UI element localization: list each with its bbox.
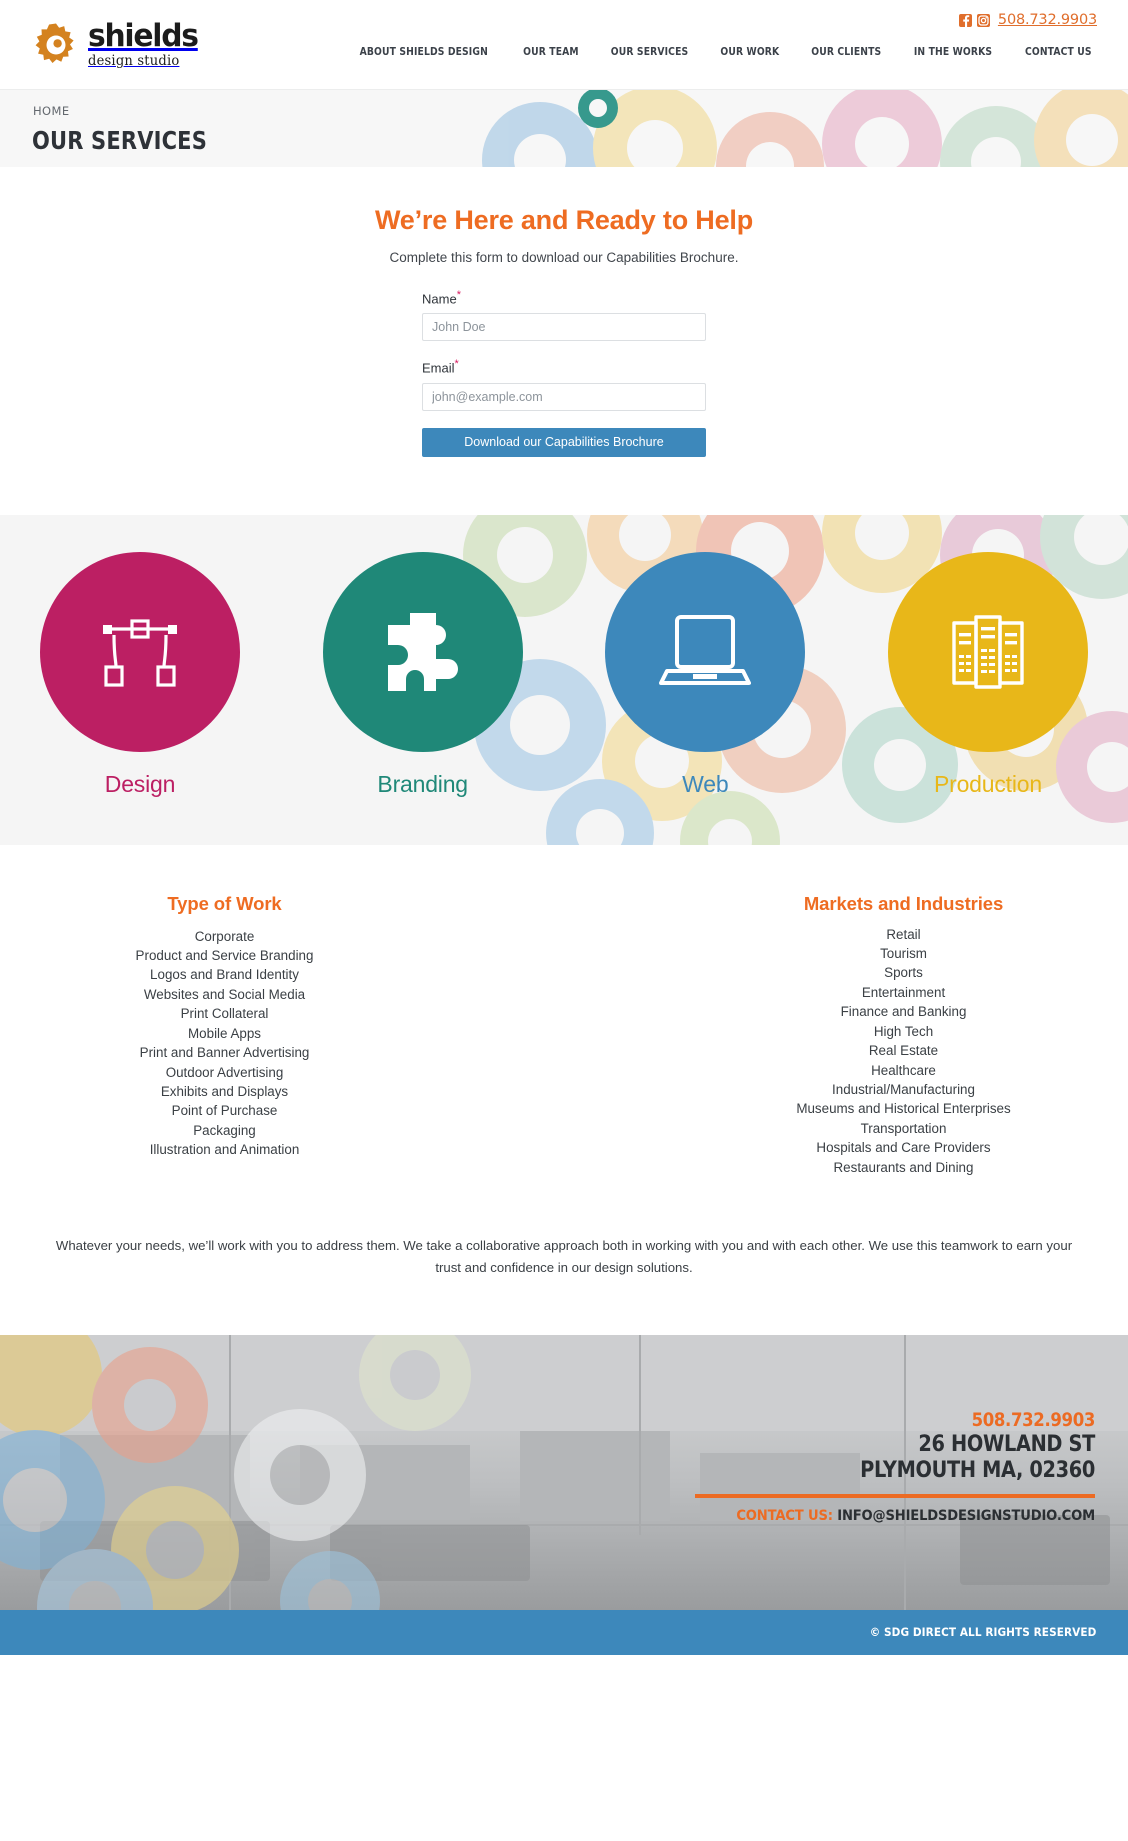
closing-statement-section: Whatever your needs, we’ll work with you… [0, 1186, 1128, 1335]
list-item: Healthcare [871, 1062, 936, 1078]
service-circle-web[interactable] [605, 551, 806, 752]
nav-item-our-work[interactable]: OUR WORK [720, 46, 779, 58]
list-item: Real Estate [868, 1043, 939, 1059]
instagram-icon[interactable] [976, 13, 990, 27]
service-label-branding: Branding [377, 770, 468, 797]
footer-address-line-2: PLYMOUTH MA, 02360 [860, 1456, 1095, 1483]
site-header: shields design studio 508.732.9903 ABOUT… [0, 0, 1128, 90]
service-label-design: Design [104, 770, 176, 797]
header-phone-link[interactable]: 508.732.9903 [998, 12, 1097, 28]
markets-column: Markets and Industries Retail Tourism Sp… [569, 893, 1128, 1177]
list-item: Entertainment [861, 984, 946, 1000]
list-item: Exhibits and Displays [160, 1083, 289, 1099]
list-item: Illustration and Animation [149, 1142, 300, 1158]
form-heading: We’re Here and Ready to Help [374, 205, 754, 235]
footer-photo-section: 508.732.9903 26 HOWLAND ST PLYMOUTH MA, … [0, 1334, 1128, 1610]
list-item: Print and Banner Advertising [139, 1045, 310, 1061]
list-item: Retail [886, 926, 921, 942]
type-of-work-column: Type of Work Corporate Product and Servi… [0, 893, 569, 1177]
list-item: Hospitals and Care Providers [816, 1140, 991, 1156]
page-root: shields design studio 508.732.9903 ABOUT… [0, 0, 1128, 1655]
name-field-label: Name* [422, 289, 706, 306]
download-brochure-button[interactable]: Download our Capabilities Brochure [422, 427, 706, 457]
nav-item-our-team[interactable]: OUR TEAM [523, 46, 579, 58]
list-item: Point of Purchase [171, 1103, 278, 1119]
list-item: Logos and Brand Identity [150, 967, 299, 983]
brochure-form: Name* Email* Download our Capabilities B… [422, 289, 706, 457]
main-nav: ABOUT SHIELDS DESIGN OUR TEAM OUR SERVIC… [350, 46, 1097, 58]
list-item: Product and Service Branding [135, 948, 314, 964]
nav-item-our-clients[interactable]: OUR CLIENTS [811, 46, 881, 58]
list-item: Packaging [193, 1122, 256, 1138]
type-of-work-heading: Type of Work [167, 892, 282, 914]
header-contact-bar: 508.732.9903 [958, 12, 1097, 28]
page-title-band: HOME OUR SERVICES [0, 90, 1128, 167]
brochure-icon [946, 609, 1030, 695]
list-item: Corporate [194, 928, 255, 944]
footer-email-address[interactable]: INFO@SHIELDSDESIGNSTUDIO.COM [837, 1507, 1095, 1524]
lists-section: Type of Work Corporate Product and Servi… [0, 844, 1128, 1187]
nav-item-our-services[interactable]: OUR SERVICES [611, 46, 688, 58]
copyright-bar: © SDG DIRECT ALL RIGHTS RESERVED [0, 1609, 1128, 1655]
pen-tool-icon [96, 615, 184, 689]
gear-logo-icon [33, 22, 79, 68]
email-field-label: Email* [422, 358, 706, 375]
email-input[interactable] [422, 382, 706, 411]
service-card-design[interactable]: Design [40, 551, 240, 798]
nav-item-in-the-works[interactable]: IN THE WORKS [914, 46, 992, 58]
markets-heading: Markets and Industries [803, 892, 1004, 914]
list-item: High Tech [873, 1023, 934, 1039]
service-label-production: Production [933, 770, 1042, 797]
footer-email-row[interactable]: CONTACT US: INFO@SHIELDSDESIGNSTUDIO.COM [735, 1507, 1095, 1524]
name-input[interactable] [422, 313, 706, 342]
list-item: Outdoor Advertising [165, 1064, 284, 1080]
list-item: Finance and Banking [840, 1004, 967, 1020]
logo-tagline: design studio [88, 53, 180, 69]
page-title: OUR SERVICES [32, 126, 207, 155]
site-logo[interactable]: shields design studio [33, 21, 202, 69]
list-item: Industrial/Manufacturing [832, 1081, 975, 1097]
list-item: Restaurants and Dining [833, 1159, 974, 1175]
nav-item-about[interactable]: ABOUT SHIELDS DESIGN [359, 46, 487, 58]
footer-contact-label: CONTACT US: [736, 1506, 833, 1524]
footer-phone[interactable]: 508.732.9903 [747, 1409, 1096, 1431]
service-circle-production[interactable] [887, 551, 1088, 752]
laptop-icon [659, 613, 752, 691]
name-required-asterisk: * [456, 289, 461, 301]
footer-address-line-1: 26 HOWLAND ST [918, 1430, 1095, 1457]
footer-divider [695, 1493, 1095, 1498]
name-label-text: Name [422, 291, 457, 307]
list-item: Museums and Historical Enterprises [796, 1101, 1011, 1117]
list-item: Tourism [880, 946, 927, 962]
list-item: Print Collateral [180, 1006, 269, 1022]
service-circle-branding[interactable] [322, 551, 523, 752]
list-item: Sports [884, 965, 923, 981]
list-item: Transportation [860, 1120, 947, 1136]
breadcrumb[interactable]: HOME [33, 104, 70, 118]
capabilities-form-section: We’re Here and Ready to Help Complete th… [0, 167, 1128, 515]
list-item: Mobile Apps [188, 1025, 261, 1041]
services-circles-section: Design Branding Web Production [0, 514, 1128, 845]
email-label-text: Email [422, 360, 455, 376]
service-card-production[interactable]: Production [887, 551, 1088, 798]
form-subheading: Complete this form to download our Capab… [389, 250, 739, 265]
service-card-web[interactable]: Web [605, 551, 806, 798]
service-card-branding[interactable]: Branding [322, 551, 523, 798]
logo-wordmark: shields [88, 18, 199, 54]
service-label-web: Web [682, 770, 729, 797]
puzzle-piece-icon [380, 609, 466, 695]
services-circle-row: Design Branding Web Production [0, 515, 1128, 798]
copyright-text: © SDG DIRECT ALL RIGHTS RESERVED [869, 1625, 1096, 1640]
closing-paragraph: Whatever your needs, we’ll work with you… [55, 1237, 1073, 1275]
decorative-gear-pattern-top [420, 90, 1128, 167]
nav-item-contact-us[interactable]: CONTACT US [1025, 46, 1092, 58]
list-item: Websites and Social Media [143, 986, 306, 1002]
facebook-icon[interactable] [958, 13, 972, 27]
service-circle-design[interactable] [40, 551, 240, 752]
footer-contact-block: 508.732.9903 26 HOWLAND ST PLYMOUTH MA, … [695, 1409, 1095, 1524]
email-required-asterisk: * [454, 358, 459, 371]
